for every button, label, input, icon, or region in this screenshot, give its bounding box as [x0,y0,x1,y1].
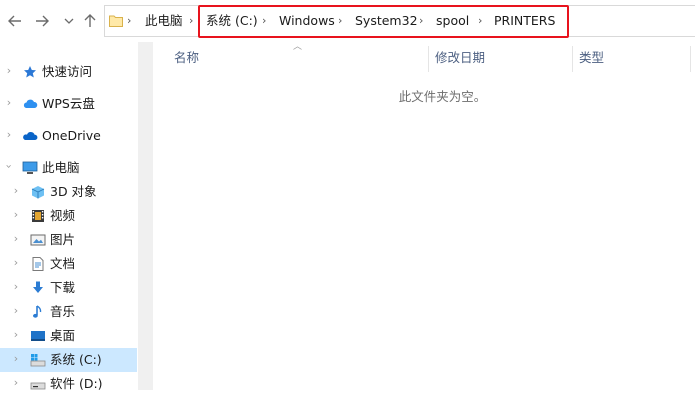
sidebar-item-label: 图片 [50,232,76,247]
music-note-icon [33,305,42,318]
breadcrumb-separator: › [189,14,194,27]
sidebar-item-label: 音乐 [50,304,76,319]
chevron-right-icon[interactable]: › [10,304,22,317]
sidebar-item-documents[interactable]: › 文档 [0,252,137,276]
sidebar-item-label: 3D 对象 [50,184,97,199]
navigation-bar: › 此电脑 › 系统 (C:) › Windows › System32 › s… [0,0,695,42]
sidebar-item-label: 此电脑 [42,160,80,175]
sidebar-item-desktop[interactable]: › 桌面 [0,324,137,348]
download-icon [33,281,43,293]
breadcrumb-separator: › [127,14,132,27]
breadcrumb-this-pc[interactable]: 此电脑 [145,6,183,36]
empty-folder-message: 此文件夹为空。 [398,89,487,104]
highlight-box [198,5,569,38]
chevron-down-icon[interactable] [59,9,79,33]
chevron-right-icon[interactable]: › [10,376,22,389]
sidebar-item-label: 软件 (D:) [50,376,103,391]
sidebar-item-drive-c[interactable]: › 系统 (C:) [0,348,137,372]
sidebar-item-videos[interactable]: › 视频 [0,204,137,228]
desktop-icon [31,331,45,341]
film-icon [32,210,44,222]
sort-ascending-icon: ︿ [293,42,303,52]
chevron-right-icon[interactable]: › [10,208,22,221]
sidebar-item-this-pc[interactable]: › 此电脑 [0,156,137,180]
sidebar-item-onedrive[interactable]: › OneDrive [0,124,137,148]
chevron-right-icon[interactable]: › [10,256,22,269]
column-header-name[interactable]: 名称 [174,44,199,72]
column-divider[interactable] [428,46,429,72]
back-icon[interactable] [5,9,25,33]
drive-c-icon [30,354,46,367]
sidebar-item-label: 快速访问 [42,64,93,79]
drive-d-icon [30,382,46,390]
picture-icon [30,234,46,246]
column-divider[interactable] [690,46,691,72]
chevron-right-icon[interactable]: › [10,184,22,197]
document-icon [32,257,44,271]
column-header-modified[interactable]: 修改日期 [435,44,485,72]
chevron-right-icon[interactable]: › [10,232,22,245]
sidebar-item-label: 桌面 [50,328,76,343]
sidebar-item-downloads[interactable]: › 下载 [0,276,137,300]
chevron-right-icon[interactable]: › [10,280,22,293]
sidebar-item-label: 视频 [50,208,76,223]
cube-icon [31,186,45,199]
arrow-up-icon[interactable] [80,9,100,33]
forward-icon[interactable] [32,9,52,33]
computer-icon [22,161,38,174]
chevron-right-icon[interactable]: › [10,328,22,341]
sidebar-item-3d-objects[interactable]: › 3D 对象 [0,180,137,204]
chevron-right-icon[interactable]: › [3,128,15,141]
chevron-down-icon[interactable]: › [3,161,16,173]
star-icon [24,66,36,78]
column-divider[interactable] [572,46,573,72]
sidebar-item-music[interactable]: › 音乐 [0,300,137,324]
onedrive-cloud-icon [23,131,38,140]
sidebar-item-label: 下载 [50,280,76,295]
sidebar-item-label: 系统 (C:) [50,352,102,367]
column-header-type[interactable]: 类型 [579,44,604,72]
sidebar-item-label: OneDrive [42,128,101,143]
chevron-right-icon[interactable]: › [3,64,15,77]
folder-icon [109,15,123,27]
sidebar-item-quick-access[interactable]: › 快速访问 [0,60,137,84]
sidebar-item-label: 文档 [50,256,76,271]
sidebar-item-pictures[interactable]: › 图片 [0,228,137,252]
sidebar-item-drive-d[interactable]: › 软件 (D:) [0,372,137,396]
chevron-right-icon[interactable]: › [10,352,22,365]
